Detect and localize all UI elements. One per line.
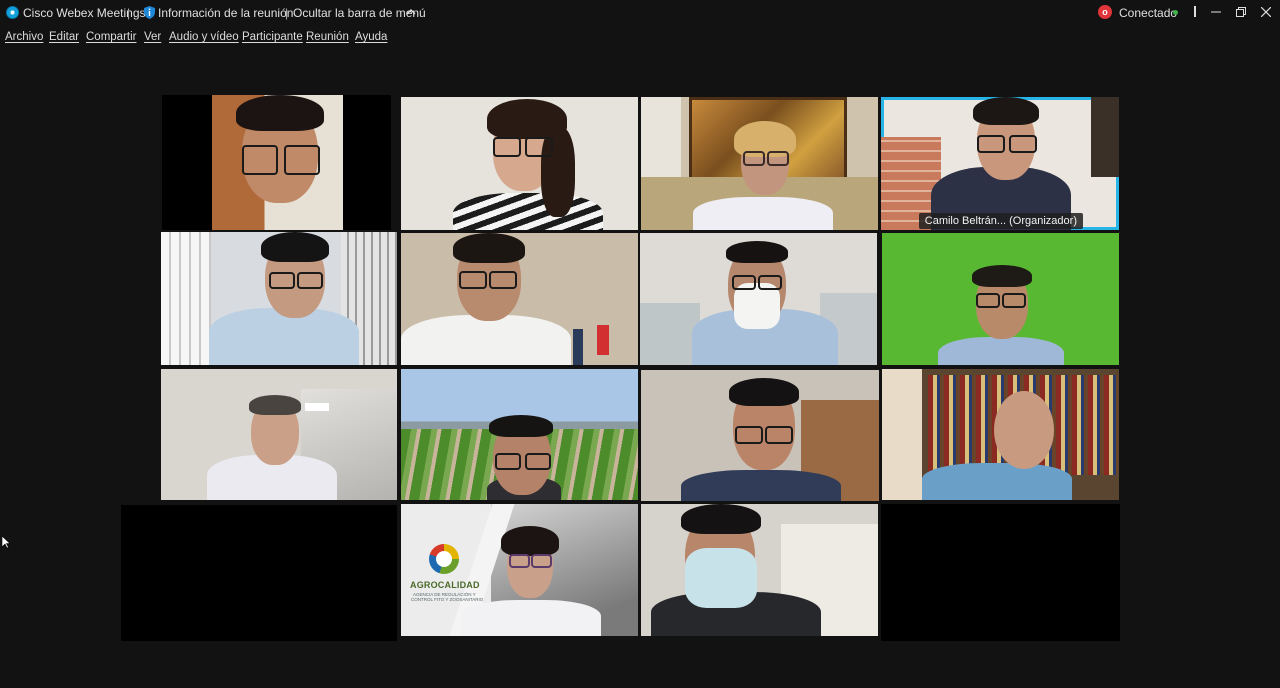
title-separator-2: | [285, 6, 289, 20]
video-tile-off[interactable] [121, 505, 397, 641]
title-bar: Cisco Webex Meetings | Información de la… [0, 0, 1280, 26]
video-tile[interactable] [882, 369, 1119, 500]
webex-app-icon [6, 6, 19, 19]
video-tile[interactable] [641, 370, 879, 501]
close-window-button[interactable] [1257, 3, 1275, 21]
menu-ver[interactable]: Ver [144, 31, 161, 43]
video-tile[interactable] [401, 233, 638, 365]
active-speaker-name-label: Camilo Beltrán... (Organizador) [918, 213, 1083, 229]
restore-button[interactable] [1232, 3, 1250, 21]
close-icon [1261, 7, 1271, 17]
video-tile[interactable] [640, 233, 877, 365]
video-tile[interactable] [161, 232, 397, 365]
connection-status[interactable]: Conectado [1119, 6, 1177, 20]
mouse-cursor-icon [2, 536, 10, 549]
minimize-icon [1211, 11, 1221, 13]
video-tile[interactable] [161, 369, 397, 500]
audio-level-icon [1194, 6, 1196, 17]
video-tile[interactable] [641, 97, 878, 230]
video-tile[interactable]: AGROCALIDAD AGENCIA DE REGULACIÓN Y CONT… [401, 504, 638, 636]
menu-ayuda[interactable]: Ayuda [355, 31, 387, 43]
title-separator: | [127, 6, 131, 20]
restore-icon [1236, 7, 1246, 17]
menu-participante[interactable]: Participante [242, 31, 303, 43]
meeting-info-button[interactable]: Información de la reunión [158, 6, 293, 20]
video-tile[interactable] [401, 97, 638, 230]
video-tile-empty [881, 504, 1120, 641]
menu-reunion[interactable]: Reunión [306, 31, 349, 43]
video-tile[interactable] [162, 95, 391, 230]
recording-icon: o [1098, 5, 1112, 19]
logo-title: AGROCALIDAD [410, 580, 480, 590]
video-tile-active-speaker[interactable]: Camilo Beltrán... (Organizador) [881, 97, 1119, 230]
menu-audio-video[interactable]: Audio y vídeo [169, 31, 239, 43]
logo-subtitle-2: CONTROL FITO Y ZOOSANITARIO [411, 597, 484, 602]
shield-info-icon [144, 6, 155, 19]
menu-compartir[interactable]: Compartir [86, 31, 136, 43]
minimize-button[interactable] [1207, 3, 1225, 21]
video-tile[interactable] [641, 504, 878, 636]
menu-editar[interactable]: Editar [49, 31, 79, 43]
menu-archivo[interactable]: Archivo [5, 31, 43, 43]
video-tile[interactable] [401, 369, 638, 500]
chevron-up-icon[interactable] [406, 7, 416, 17]
connection-dot-icon [1173, 10, 1178, 15]
video-tile[interactable] [882, 233, 1119, 365]
